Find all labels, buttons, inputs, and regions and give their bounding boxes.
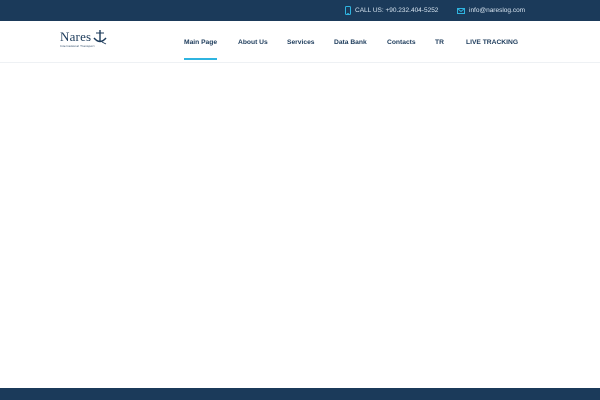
nav-item-language-tr[interactable]: TR bbox=[435, 21, 444, 63]
site-header: Nares International Transport Main Page … bbox=[0, 21, 600, 63]
nav-item-contacts[interactable]: Contacts bbox=[387, 21, 416, 63]
nav-item-data-bank[interactable]: Data Bank bbox=[334, 21, 367, 63]
nav-item-services[interactable]: Services bbox=[287, 21, 315, 63]
main-content-area bbox=[0, 63, 600, 388]
phone-text: CALL US: +90.232.404-5252 bbox=[355, 7, 439, 14]
phone-icon bbox=[345, 6, 351, 15]
email-contact[interactable]: info@nareslog.com bbox=[457, 0, 525, 21]
main-nav: Main Page About Us Services Data Bank Co… bbox=[0, 21, 600, 63]
envelope-icon bbox=[457, 7, 465, 14]
footer-bar bbox=[0, 388, 600, 400]
nav-item-live-tracking[interactable]: LIVE TRACKING bbox=[466, 21, 518, 63]
nav-item-main-page[interactable]: Main Page bbox=[184, 21, 218, 63]
phone-contact[interactable]: CALL US: +90.232.404-5252 bbox=[345, 0, 438, 21]
top-contact-bar: CALL US: +90.232.404-5252 info@nareslog.… bbox=[0, 0, 600, 21]
email-link[interactable]: info@nareslog.com bbox=[469, 7, 525, 14]
nav-item-about-us[interactable]: About Us bbox=[238, 21, 268, 63]
